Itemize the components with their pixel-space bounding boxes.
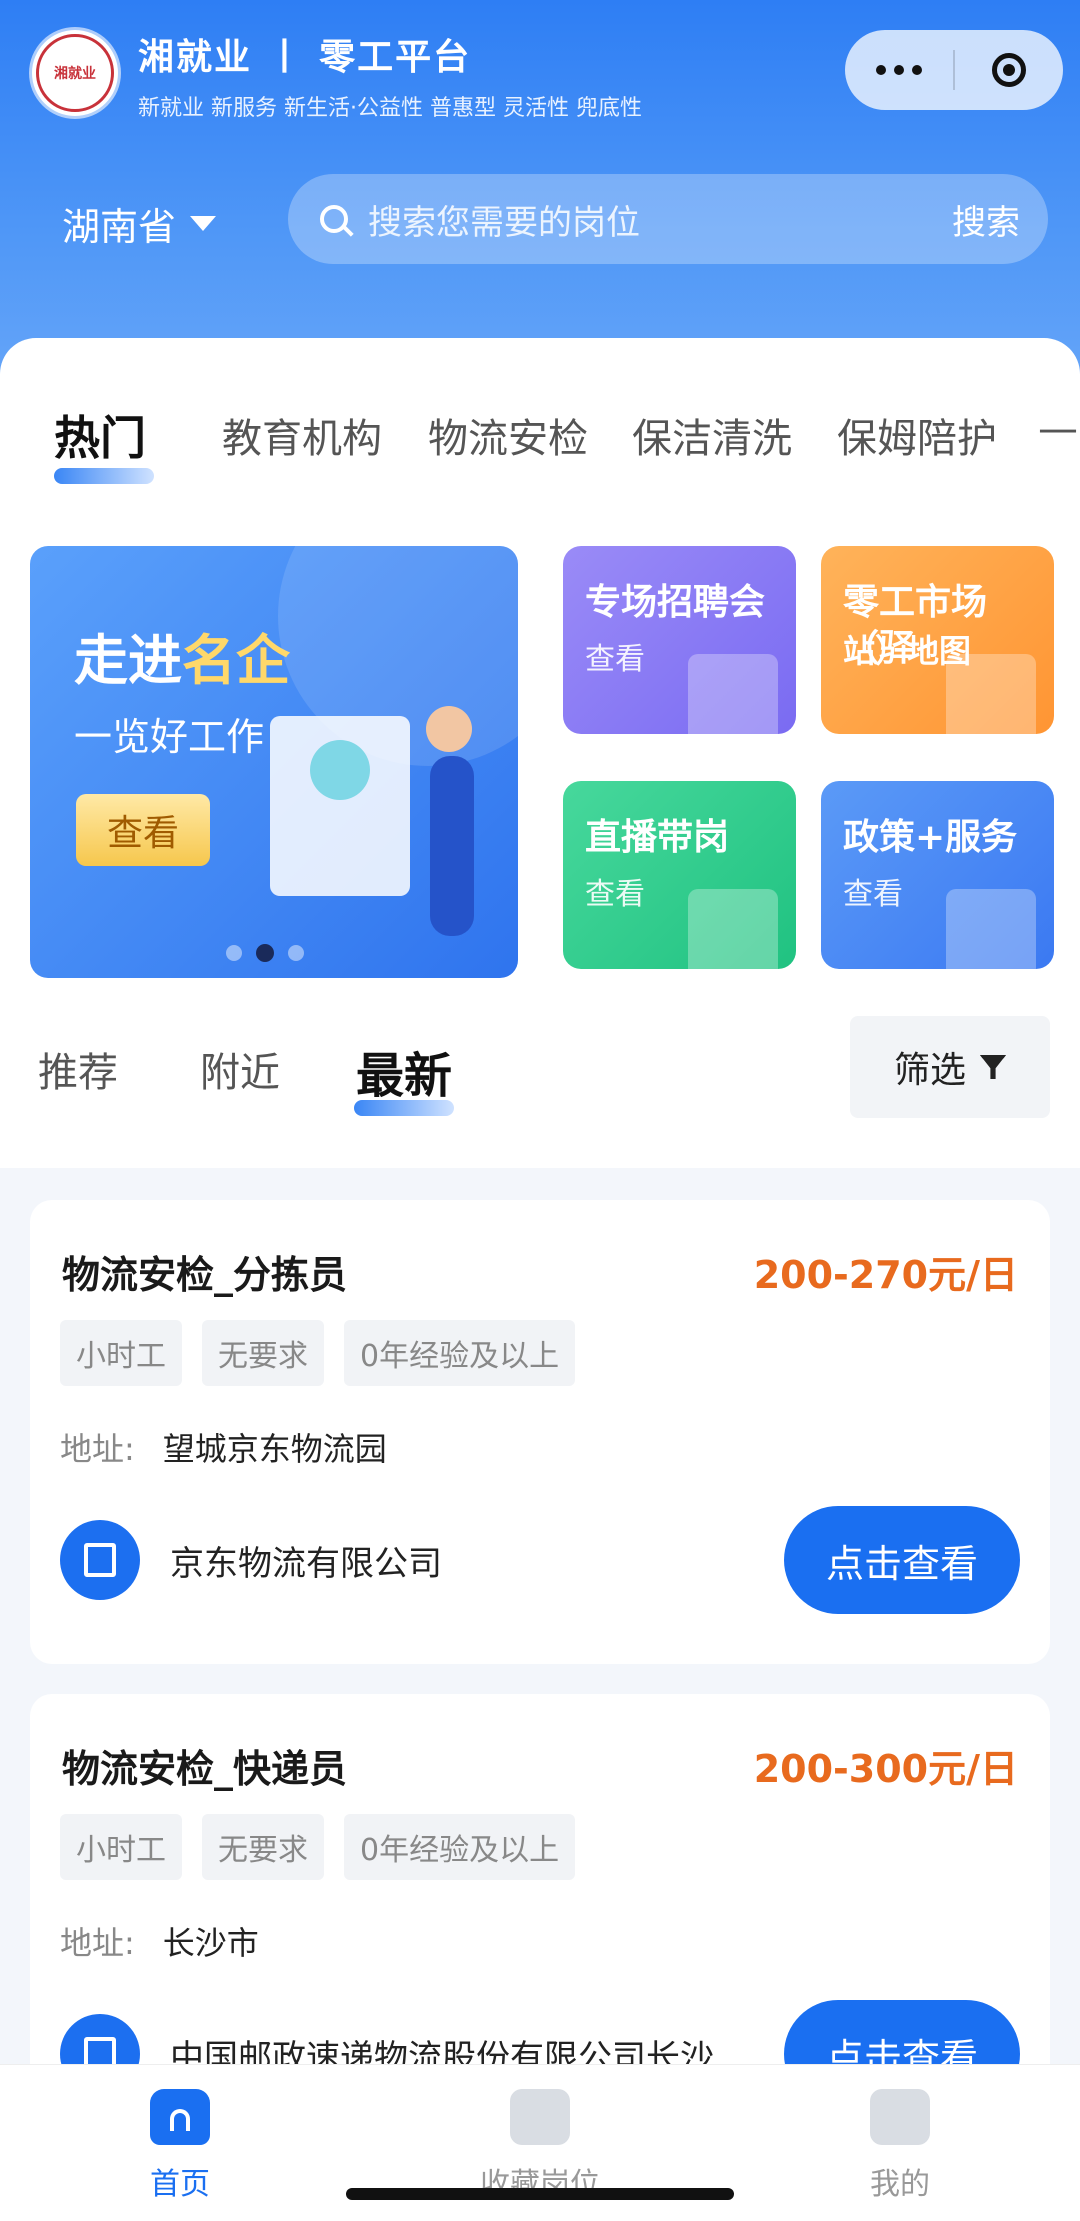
job-address: 地址: 望城京东物流园 (60, 1424, 387, 1470)
job-tag: 0年经验及以上 (344, 1320, 576, 1386)
job-tags: 小时工 无要求 0年经验及以上 (60, 1320, 576, 1386)
job-salary: 200-270元/日 (753, 1253, 1018, 1297)
check-illustration (688, 889, 778, 969)
address-label: 地址: (60, 1430, 135, 1468)
tile-job-fair[interactable]: 专场招聘会 查看 (563, 546, 796, 734)
document-illustration (946, 889, 1036, 969)
search-bar[interactable]: 搜索您需要的岗位 搜索 (288, 174, 1048, 264)
heart-icon (510, 2089, 570, 2145)
tab-nanny[interactable]: 保姆陪护 (837, 406, 997, 464)
banner-subtitle: 一览好工作 (74, 715, 265, 759)
tab-nearby[interactable]: 附近 (200, 1040, 280, 1098)
tile-title: 专场招聘会 (585, 582, 766, 623)
tabbar-label: 首页 (150, 2167, 210, 2202)
building-icon (60, 1520, 140, 1600)
view-job-button[interactable]: 点击查看 (784, 1506, 1020, 1614)
job-card[interactable]: 物流安检_分拣员 200-270元/日 小时工 无要求 0年经验及以上 地址: 望… (30, 1200, 1050, 1664)
banner-title: 走进名企 (74, 629, 290, 692)
tile-title: 直播带岗 (585, 817, 730, 858)
search-input[interactable]: 搜索您需要的岗位 (368, 195, 952, 244)
category-tabs: 热门 教育机构 物流安检 保洁清洗 保姆陪护 — (0, 406, 1080, 476)
address-label: 地址: (60, 1924, 135, 1962)
job-list-tabs: 推荐 附近 最新 筛选 (0, 1010, 1080, 1140)
tile-policy[interactable]: 政策+服务 查看 (821, 781, 1054, 969)
tile-link: 查看 (585, 642, 645, 677)
job-tag: 无要求 (202, 1320, 324, 1386)
tile-link: 查看 (585, 877, 645, 912)
address-value: 长沙市 (162, 1924, 259, 1962)
carousel-dot (226, 945, 242, 961)
company-row: 京东物流有限公司 (60, 1520, 442, 1600)
caret-down-icon (190, 216, 217, 231)
home-icon (150, 2089, 210, 2145)
tab-latest[interactable]: 最新 (356, 1036, 452, 1106)
tile-market-map[interactable]: 零工市场（驿 站）地图 (821, 546, 1054, 734)
filter-label: 筛选 (893, 1050, 966, 1091)
job-address: 地址: 长沙市 (60, 1918, 259, 1964)
tab-underline (54, 468, 154, 484)
search-button[interactable]: 搜索 (952, 195, 1020, 244)
province-selector[interactable]: 湖南省 (62, 196, 217, 251)
tab-logistics[interactable]: 物流安检 (428, 406, 588, 464)
province-label: 湖南省 (62, 205, 177, 249)
tab-cleaning[interactable]: 保洁清洗 (632, 406, 792, 464)
tab-recommended[interactable]: 推荐 (38, 1040, 118, 1098)
map-illustration (946, 654, 1036, 734)
megaphone-illustration (688, 654, 778, 734)
profile-card-illustration (270, 716, 410, 896)
app-subtitle: 新就业 新服务 新生活·公益性 普惠型 灵活性 兜底性 (138, 96, 642, 121)
home-indicator (346, 2188, 734, 2200)
job-title: 物流安检_分拣员 (62, 1253, 348, 1297)
miniapp-capsule (845, 30, 1063, 110)
tabbar-home[interactable]: 首页 (80, 2089, 280, 2203)
app-logo: 湘就业 (32, 30, 118, 116)
person-illustration (426, 706, 474, 936)
filter-button[interactable]: 筛选 (850, 1016, 1050, 1118)
tab-hot[interactable]: 热门 (54, 402, 146, 468)
job-title: 物流安检_快递员 (62, 1747, 348, 1791)
job-card[interactable]: 物流安检_快递员 200-300元/日 小时工 无要求 0年经验及以上 地址: 长… (30, 1694, 1050, 2094)
tile-livestream[interactable]: 直播带岗 查看 (563, 781, 796, 969)
address-value: 望城京东物流园 (162, 1430, 387, 1468)
tile-link: 查看 (843, 877, 903, 912)
job-tag: 0年经验及以上 (344, 1814, 576, 1880)
more-icon[interactable] (845, 65, 953, 75)
carousel-dots (226, 944, 304, 962)
job-tag: 小时工 (60, 1320, 182, 1386)
app-title: 湘就业 丨 零工平台 (138, 37, 472, 78)
logo-seal: 湘就业 (36, 34, 114, 112)
job-salary: 200-300元/日 (753, 1747, 1018, 1791)
search-icon (320, 205, 348, 233)
tab-underline (354, 1100, 454, 1116)
close-miniapp-icon[interactable] (955, 53, 1063, 87)
job-tag: 小时工 (60, 1814, 182, 1880)
tabbar-favorites[interactable]: 收藏岗位 (440, 2089, 640, 2203)
banner-view-button[interactable]: 查看 (76, 794, 210, 866)
carousel-dot-active (256, 944, 274, 962)
company-name: 京东物流有限公司 (170, 1543, 442, 1584)
filter-icon (980, 1055, 1006, 1079)
carousel-dot (288, 945, 304, 961)
person-icon (870, 2089, 930, 2145)
tab-more[interactable]: — (1038, 406, 1078, 452)
tabbar-label: 我的 (870, 2167, 930, 2202)
tile-title: 政策+服务 (843, 817, 1018, 858)
tabbar-profile[interactable]: 我的 (800, 2089, 1000, 2203)
banner-carousel[interactable]: 走进名企 一览好工作 查看 (30, 546, 518, 978)
tab-education[interactable]: 教育机构 (222, 406, 382, 464)
job-tag: 无要求 (202, 1814, 324, 1880)
job-tags: 小时工 无要求 0年经验及以上 (60, 1814, 576, 1880)
